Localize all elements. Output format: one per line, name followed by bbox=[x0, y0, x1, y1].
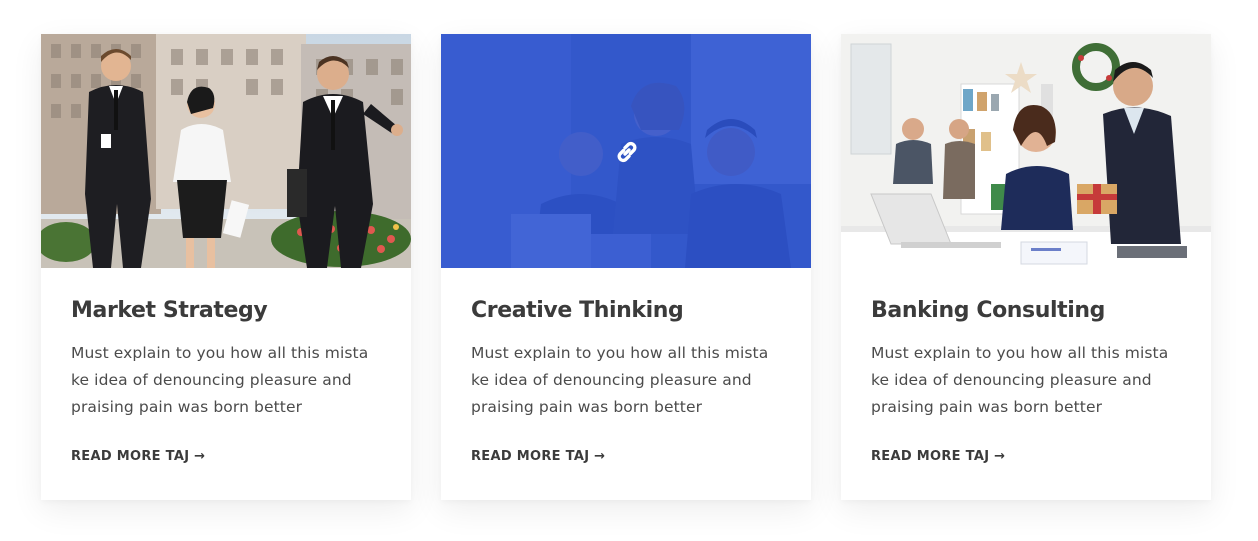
card-body: Market Strategy Must explain to you how … bbox=[41, 296, 411, 465]
service-card-market-strategy: Market Strategy Must explain to you how … bbox=[41, 34, 411, 500]
link-icon[interactable] bbox=[613, 138, 641, 166]
card-title[interactable]: Market Strategy bbox=[71, 296, 381, 326]
card-image-link[interactable] bbox=[41, 34, 411, 268]
card-title[interactable]: Creative Thinking bbox=[471, 296, 781, 326]
card-description: Must explain to you how all this mista k… bbox=[871, 344, 1169, 416]
business-team-walking-photo bbox=[41, 34, 411, 268]
office-gift-handover-photo bbox=[841, 34, 1211, 268]
read-more-link[interactable]: READ MORE TAJ → bbox=[471, 449, 605, 464]
card-description: Must explain to you how all this mista k… bbox=[471, 344, 769, 416]
read-more-link[interactable]: READ MORE TAJ → bbox=[71, 449, 205, 464]
card-body: Banking Consulting Must explain to you h… bbox=[841, 296, 1211, 465]
card-description: Must explain to you how all this mista k… bbox=[71, 344, 369, 416]
card-title[interactable]: Banking Consulting bbox=[871, 296, 1181, 326]
service-card-banking-consulting: Banking Consulting Must explain to you h… bbox=[841, 34, 1211, 500]
service-cards: Market Strategy Must explain to you how … bbox=[0, 0, 1258, 541]
card-image-link[interactable] bbox=[441, 34, 811, 268]
card-image-link[interactable] bbox=[841, 34, 1211, 268]
service-card-creative-thinking: Creative Thinking Must explain to you ho… bbox=[441, 34, 811, 500]
read-more-link[interactable]: READ MORE TAJ → bbox=[871, 449, 1005, 464]
card-body: Creative Thinking Must explain to you ho… bbox=[441, 296, 811, 465]
